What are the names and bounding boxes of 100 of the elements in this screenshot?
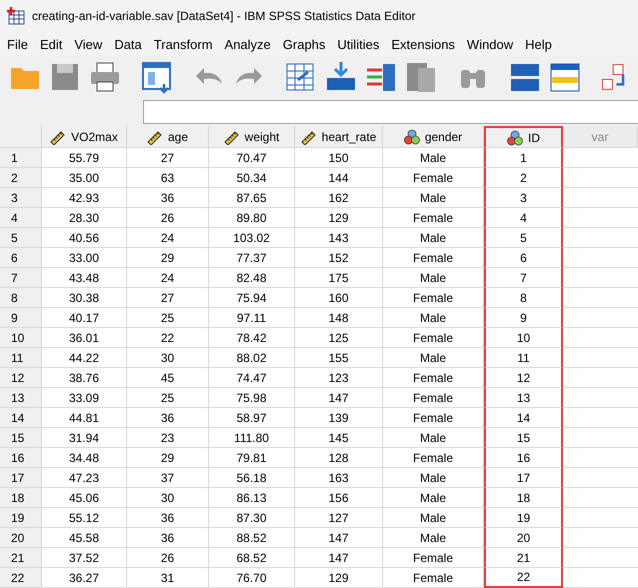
menu-item[interactable]: View [68,36,108,52]
table-cell: 22 [484,568,563,588]
table-cell: 23 [127,428,209,448]
table-cell: 28.30 [42,208,127,228]
table-cell: Male [383,428,484,448]
row-number[interactable]: 9 [0,308,42,328]
table-cell: 5 [484,228,563,248]
circles-icon [404,128,420,144]
table-cell: 25 [127,308,209,328]
table-cell: Male [383,348,484,368]
menu-item[interactable]: Utilities [331,36,386,52]
table-cell: 70.47 [209,148,295,168]
table-cell: 11 [484,348,563,368]
table-cell: 37 [127,468,209,488]
column-header[interactable]: ID [484,126,563,148]
row-number[interactable]: 4 [0,208,42,228]
row-number[interactable]: 5 [0,228,42,248]
row-number[interactable]: 16 [0,448,42,468]
ruler-icon [224,128,240,144]
table-cell: 36 [127,188,209,208]
table-cell: 47.23 [42,468,127,488]
table-cell: 139 [295,408,383,428]
table-cell: 8 [484,288,563,308]
row-number[interactable]: 15 [0,428,42,448]
menu-item[interactable]: Extensions [385,36,461,52]
printer-icon[interactable] [88,60,122,94]
row-number[interactable]: 3 [0,188,42,208]
table-cell: 29 [127,248,209,268]
menu-item[interactable]: File [1,36,34,52]
table-cell: 68.52 [209,548,295,568]
table-cell: 16 [484,448,563,468]
table-cell: 103.02 [209,228,295,248]
circles-icon [507,130,523,146]
menu-item[interactable]: Data [108,36,148,52]
menu-item[interactable]: Transform [148,36,219,52]
table-cell: 78.42 [209,328,295,348]
row-number[interactable]: 8 [0,288,42,308]
table-cell: Female [383,388,484,408]
table-cell: 88.02 [209,348,295,368]
table-cell: 44.81 [42,408,127,428]
table-cell: 82.48 [209,268,295,288]
menu-item[interactable]: Help [519,36,558,52]
table-cell: 25 [127,388,209,408]
table-cell: Male [383,268,484,288]
row-number[interactable]: 7 [0,268,42,288]
table-cell: 10 [484,328,563,348]
menu-item[interactable]: Edit [34,36,68,52]
table-cell: 147 [295,528,383,548]
row-number[interactable]: 19 [0,508,42,528]
column-header[interactable]: age [127,126,209,148]
table-cell: 9 [484,308,563,328]
table-cell: 29 [127,448,209,468]
table-cell: 13 [484,388,563,408]
row-number[interactable]: 11 [0,348,42,368]
table-cell: 74.47 [209,368,295,388]
table-cell: 129 [295,568,383,588]
row-number[interactable]: 14 [0,408,42,428]
row-number[interactable]: 1 [0,148,42,168]
table-cell: 33.00 [42,248,127,268]
table-cell: 45 [127,368,209,388]
table-cell: 30 [127,488,209,508]
menu-item[interactable]: Graphs [276,36,332,52]
row-number[interactable]: 21 [0,548,42,568]
table-cell: 33.09 [42,388,127,408]
table-cell: 15 [484,428,563,448]
row-number[interactable]: 12 [0,368,42,388]
row-number[interactable]: 18 [0,488,42,508]
table-cell: 79.81 [209,448,295,468]
table-cell: 156 [295,488,383,508]
table-cell: Male [383,488,484,508]
table-cell: 76.70 [209,568,295,588]
cell-editor-field[interactable] [143,100,638,124]
ruler-icon [146,128,163,144]
table-cell: Male [383,148,484,168]
row-number[interactable]: 22 [0,568,42,588]
row-number[interactable]: 13 [0,388,42,408]
column-header[interactable]: weight [209,126,295,148]
menu-item[interactable]: Analyze [218,36,277,52]
table-cell: 58.97 [209,408,295,428]
column-header[interactable]: heart_rate [295,126,383,148]
column-header[interactable]: VO2max [42,126,127,148]
row-number[interactable]: 2 [0,168,42,188]
dialog-icon[interactable] [140,60,174,94]
table-cell: Male [383,468,484,488]
row-number[interactable]: 20 [0,528,42,548]
table-cell: 21 [484,548,563,568]
table-cell: 163 [295,468,383,488]
table-cell: 40.17 [42,308,127,328]
row-number[interactable]: 17 [0,468,42,488]
table-cell: 7 [484,268,563,288]
table-cell: 6 [484,248,563,268]
table-cell: 31.94 [42,428,127,448]
table-cell: 111.80 [209,428,295,448]
menu-item[interactable]: Window [460,36,520,52]
column-header[interactable]: gender [383,126,484,148]
table-cell: 42.93 [42,188,127,208]
table-cell: 75.94 [209,288,295,308]
table-cell: 129 [295,208,383,228]
row-number[interactable]: 6 [0,248,42,268]
row-number[interactable]: 10 [0,328,42,348]
